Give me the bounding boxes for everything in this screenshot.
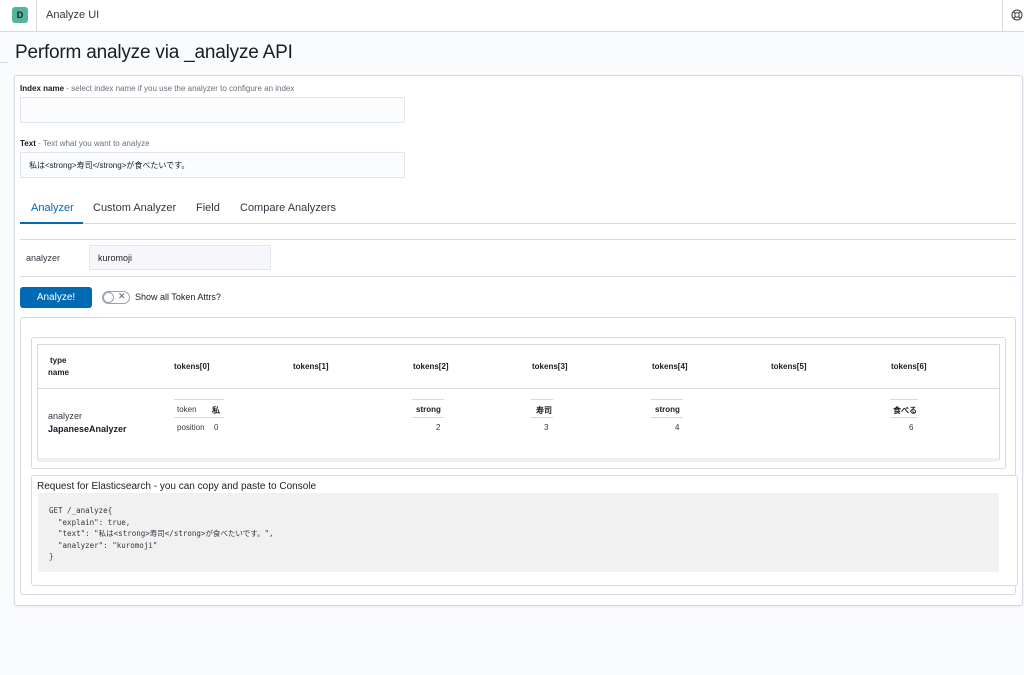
token-key: token: [177, 405, 197, 414]
edge-divider: [0, 62, 8, 63]
table-scrollbar[interactable]: [38, 458, 999, 462]
token-divider: [890, 399, 918, 400]
request-title: Request for Elasticsearch - you can copy…: [37, 481, 317, 492]
text-label: Text - Text what you want to analyze: [20, 139, 150, 148]
token-divider: [174, 417, 224, 418]
app-avatar[interactable]: D: [12, 7, 28, 23]
toggle-knob: [103, 292, 114, 303]
show-token-attrs-label: Show all Token Attrs?: [135, 292, 221, 302]
index-name-hint: - select index name if you use the analy…: [64, 84, 295, 93]
header-type: type: [50, 356, 67, 365]
tab-analyzer[interactable]: Analyzer: [31, 202, 74, 214]
analyzer-input-value: kuromoji: [98, 252, 133, 263]
help-icon[interactable]: [1011, 9, 1023, 21]
top-header: D Analyze UI: [0, 0, 1024, 32]
token-divider: [412, 399, 444, 400]
column-header: tokens[1]: [293, 362, 329, 371]
app-title: Analyze UI: [46, 9, 100, 21]
analyzer-field-label: analyzer: [26, 253, 61, 263]
analyze-button[interactable]: Analyze!: [20, 287, 92, 308]
text-input[interactable]: 私は<strong>寿司</strong>が食べたいです。: [20, 152, 405, 178]
token-value: 私: [212, 406, 220, 415]
token-value: strong: [416, 405, 441, 414]
close-icon: ✕: [118, 291, 126, 301]
tab-field[interactable]: Field: [196, 202, 220, 214]
token-divider: [890, 417, 918, 418]
token-divider: [531, 399, 553, 400]
token-divider: [531, 417, 553, 418]
token-value: 食べる: [893, 406, 917, 415]
token-divider: [174, 399, 224, 400]
analyzer-tabs: Analyzer Custom Analyzer Field Compare A…: [20, 198, 1016, 224]
header-divider-right: [1002, 0, 1003, 31]
position-value: 2: [436, 423, 441, 432]
section-divider: [20, 276, 1016, 277]
column-header: tokens[6]: [891, 362, 927, 371]
token-value: strong: [655, 405, 680, 414]
token-divider: [651, 417, 683, 418]
position-value: 4: [675, 423, 680, 432]
selected-tab-indicator: [20, 222, 83, 224]
position-value: 3: [544, 423, 549, 432]
token-divider: [651, 399, 683, 400]
column-header: tokens[2]: [413, 362, 449, 371]
index-name-label-text: Index name: [20, 84, 65, 93]
column-header: tokens[5]: [771, 362, 807, 371]
text-label-text: Text: [20, 139, 36, 148]
analyzer-input[interactable]: kuromoji: [89, 245, 271, 270]
token-value: 寿司: [536, 406, 552, 415]
table-header-divider: [38, 388, 999, 389]
request-code-block[interactable]: GET /_analyze{ "explain": true, "text": …: [38, 493, 999, 572]
column-header: tokens[0]: [174, 362, 210, 371]
page-title: Perform analyze via _analyze API: [15, 42, 293, 63]
row-type: analyzer: [48, 411, 83, 421]
section-divider: [20, 239, 1016, 240]
index-name-input[interactable]: [20, 97, 405, 123]
column-header: tokens[3]: [532, 362, 568, 371]
header-name: name: [48, 368, 69, 377]
text-hint: - Text what you want to analyze: [35, 139, 150, 148]
text-input-value: 私は<strong>寿司</strong>が食べたいです。: [29, 160, 190, 170]
show-token-attrs-toggle[interactable]: ✕: [102, 291, 130, 304]
index-name-label: Index name - select index name if you us…: [20, 84, 294, 93]
tab-compare-analyzers[interactable]: Compare Analyzers: [240, 202, 336, 214]
row-name: JapaneseAnalyzer: [48, 424, 127, 434]
header-divider: [36, 0, 37, 31]
column-header: tokens[4]: [652, 362, 688, 371]
position-key: position: [177, 423, 205, 432]
position-value: 6: [909, 423, 914, 432]
token-divider: [412, 417, 444, 418]
position-value: 0: [214, 423, 219, 432]
tab-custom-analyzer[interactable]: Custom Analyzer: [93, 202, 176, 214]
